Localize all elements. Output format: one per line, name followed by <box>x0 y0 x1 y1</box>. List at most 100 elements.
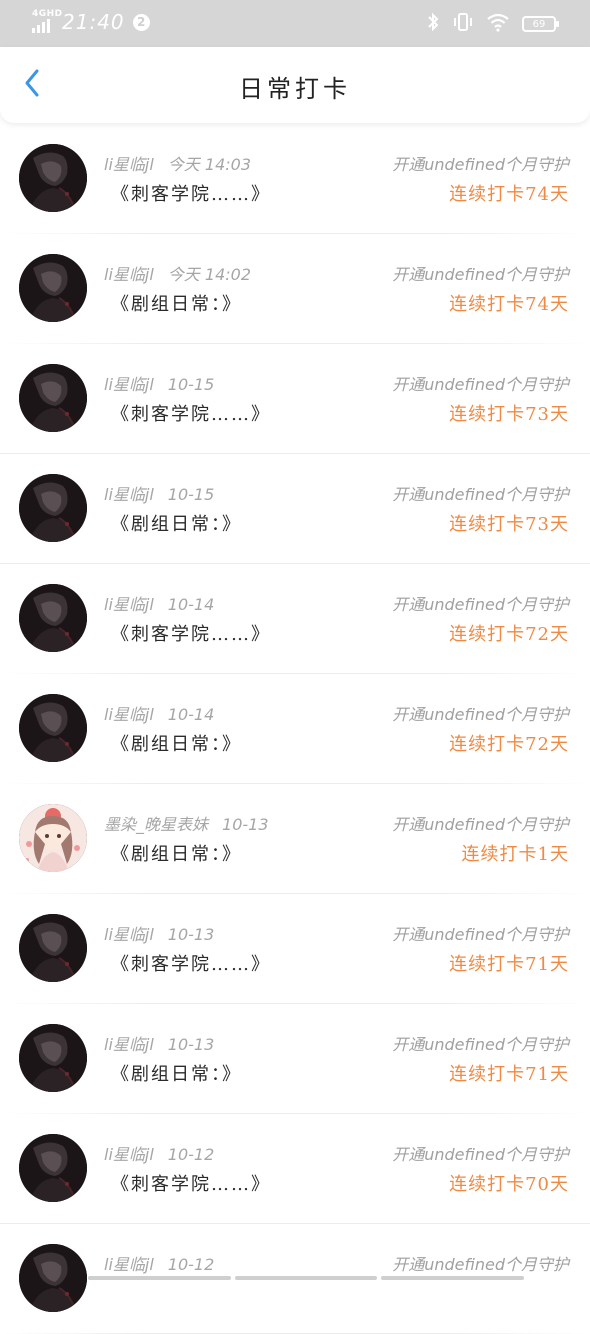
status-right: 69 <box>426 12 559 36</box>
book-title[interactable]: 《剧组日常：》 <box>111 730 242 756</box>
streak-count: 连续打卡1天 <box>461 844 569 865</box>
list-item[interactable]: li星临jl 10-15 《剧组日常：》 开通undefined个月守护 连续打卡… <box>0 454 590 564</box>
guard-status: 开通undefined个月守护 <box>392 485 569 504</box>
list-item[interactable]: 墨染_晚星表妹 10-13 《剧组日常：》 开通undefined个月守护 连续打… <box>0 784 590 894</box>
streak-count: 连续打卡74天 <box>449 184 569 205</box>
user-name[interactable]: li星临jl <box>104 1035 154 1054</box>
bluetooth-icon <box>426 12 440 36</box>
checkin-time: 10-12 <box>167 1255 215 1274</box>
user-meta: li星临jl 今天 14:03 <box>104 151 251 175</box>
avatar[interactable] <box>19 254 87 322</box>
user-name[interactable]: li星临jl <box>104 375 154 394</box>
guard-status: 开通undefined个月守护 <box>392 925 569 944</box>
user-meta: li星临jl 10-14 <box>104 701 214 725</box>
scroll-indicator <box>88 1276 525 1280</box>
book-title[interactable]: 《剧组日常：》 <box>111 1060 242 1086</box>
checkin-time: 10-13 <box>222 815 269 834</box>
user-name[interactable]: 墨染_晚星表妹 <box>104 815 208 834</box>
user-name[interactable]: li星临jl <box>104 155 154 174</box>
guard-status: 开通undefined个月守护 <box>392 1035 569 1054</box>
guard-status: 开通undefined个月守护 <box>392 815 569 834</box>
signal-icon: 4GHD <box>32 9 62 33</box>
list-item[interactable]: li星临jl 今天 14:03 《刺客学院……》 开通undefined个月守护 … <box>0 124 590 234</box>
avatar[interactable] <box>19 1134 87 1202</box>
user-meta: li星临jl 10-15 <box>104 371 214 395</box>
avatar[interactable] <box>19 1244 87 1312</box>
user-name[interactable]: li星临jl <box>104 485 154 504</box>
user-name[interactable]: li星临jl <box>104 1255 154 1274</box>
book-title[interactable]: 《刺客学院……》 <box>111 1170 271 1196</box>
guard-status: 开通undefined个月守护 <box>392 1145 569 1164</box>
user-meta: li星临jl 10-13 <box>104 921 214 945</box>
status-bar: 4GHD 21:40 2 69 <box>0 0 590 47</box>
user-meta: 墨染_晚星表妹 10-13 <box>104 811 269 835</box>
user-meta: li星临jl 10-12 <box>104 1251 214 1275</box>
user-meta: li星临jl 10-13 <box>104 1031 214 1055</box>
user-name[interactable]: li星临jl <box>104 705 154 724</box>
avatar[interactable] <box>19 144 87 212</box>
user-name[interactable]: li星临jl <box>104 265 154 284</box>
book-title[interactable]: 《剧组日常：》 <box>111 290 242 316</box>
user-name[interactable]: li星临jl <box>104 1145 154 1164</box>
avatar[interactable] <box>19 694 87 762</box>
list-item[interactable]: li星临jl 10-14 《刺客学院……》 开通undefined个月守护 连续打… <box>0 564 590 674</box>
checkin-time: 今天 14:02 <box>167 265 251 284</box>
user-name[interactable]: li星临jl <box>104 925 154 944</box>
avatar[interactable] <box>19 914 87 982</box>
vibrate-icon <box>452 12 474 36</box>
status-left: 4GHD 21:40 2 <box>32 9 150 34</box>
user-meta: li星临jl 今天 14:02 <box>104 261 251 285</box>
avatar[interactable] <box>19 1024 87 1092</box>
book-title[interactable]: 《刺客学院……》 <box>111 950 271 976</box>
user-meta: li星临jl 10-12 <box>104 1141 214 1165</box>
guard-status: 开通undefined个月守护 <box>392 155 569 174</box>
guard-status: 开通undefined个月守护 <box>392 595 569 614</box>
book-title[interactable]: 《刺客学院……》 <box>111 400 271 426</box>
streak-count: 连续打卡70天 <box>449 1174 569 1195</box>
battery-level: 69 <box>532 18 546 30</box>
checkin-time: 今天 14:03 <box>167 155 251 174</box>
checkin-time: 10-15 <box>167 485 215 504</box>
checkin-time: 10-13 <box>167 1035 215 1054</box>
user-meta: li星临jl 10-15 <box>104 481 214 505</box>
streak-count: 连续打卡73天 <box>449 404 569 425</box>
battery-icon: 69 <box>522 16 559 32</box>
user-meta: li星临jl 10-14 <box>104 591 214 615</box>
list-item[interactable]: li星临jl 10-13 《剧组日常：》 开通undefined个月守护 连续打卡… <box>0 1004 590 1114</box>
network-type: 4GHD <box>32 9 63 19</box>
guard-status: 开通undefined个月守护 <box>392 1255 569 1274</box>
guard-status: 开通undefined个月守护 <box>392 265 569 284</box>
checkin-time: 10-14 <box>167 705 215 724</box>
list-item[interactable]: li星临jl 10-14 《剧组日常：》 开通undefined个月守护 连续打卡… <box>0 674 590 784</box>
avatar[interactable] <box>19 474 87 542</box>
book-title[interactable]: 《剧组日常：》 <box>111 840 242 866</box>
page-title: 日常打卡 <box>239 75 351 103</box>
checkin-time: 10-15 <box>167 375 215 394</box>
list-item[interactable]: li星临jl 10-13 《刺客学院……》 开通undefined个月守护 连续打… <box>0 894 590 1004</box>
list-item[interactable]: li星临jl 今天 14:02 《剧组日常：》 开通undefined个月守护 连… <box>0 234 590 344</box>
book-title[interactable]: 《剧组日常：》 <box>111 510 242 536</box>
avatar[interactable] <box>19 364 87 432</box>
checkin-list: li星临jl 今天 14:03 《刺客学院……》 开通undefined个月守护 … <box>0 124 590 1334</box>
book-title[interactable]: 《刺客学院……》 <box>111 180 271 206</box>
streak-count: 连续打卡74天 <box>449 294 569 315</box>
streak-count: 连续打卡71天 <box>449 954 569 975</box>
list-item[interactable]: li星临jl 10-15 《刺客学院……》 开通undefined个月守护 连续打… <box>0 344 590 454</box>
checkin-time: 10-14 <box>167 595 215 614</box>
book-title[interactable]: 《刺客学院……》 <box>111 620 271 646</box>
guard-status: 开通undefined个月守护 <box>392 375 569 394</box>
header: 日常打卡 <box>0 47 590 123</box>
notification-badge: 2 <box>132 13 150 31</box>
streak-count: 连续打卡73天 <box>449 514 569 535</box>
avatar[interactable] <box>19 804 87 872</box>
checkin-time: 10-12 <box>167 1145 215 1164</box>
guard-status: 开通undefined个月守护 <box>392 705 569 724</box>
checkin-time: 10-13 <box>167 925 215 944</box>
wifi-icon <box>486 12 510 36</box>
avatar[interactable] <box>19 584 87 652</box>
user-name[interactable]: li星临jl <box>104 595 154 614</box>
streak-count: 连续打卡72天 <box>449 624 569 645</box>
streak-count: 连续打卡71天 <box>449 1064 569 1085</box>
list-item[interactable]: li星临jl 10-12 《刺客学院……》 开通undefined个月守护 连续打… <box>0 1114 590 1224</box>
status-time: 21:40 <box>62 10 125 34</box>
